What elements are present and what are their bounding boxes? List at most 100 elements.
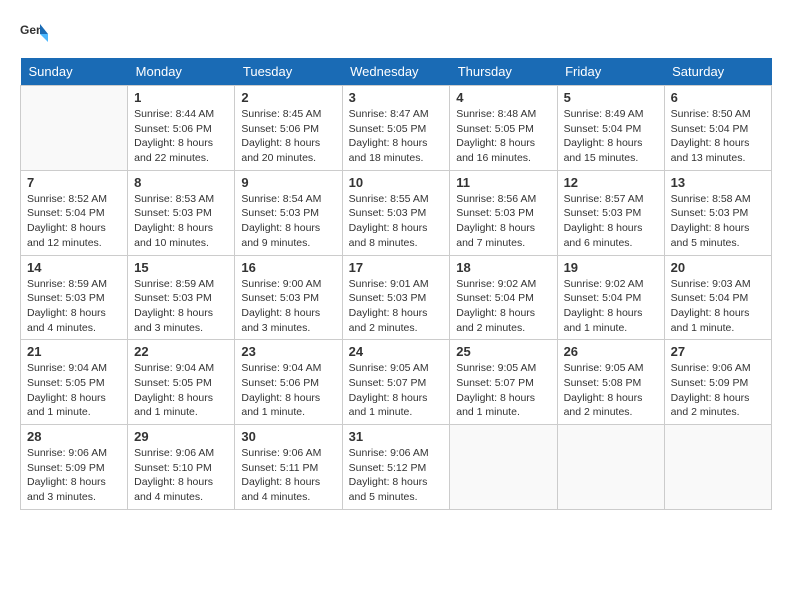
day-number: 23 [241, 344, 335, 359]
calendar-cell: 24 Sunrise: 9:05 AM Sunset: 5:07 PM Dayli… [342, 340, 450, 425]
day-number: 4 [456, 90, 550, 105]
day-header-thursday: Thursday [450, 58, 557, 86]
day-info: Sunrise: 8:44 AM Sunset: 5:06 PM Dayligh… [134, 107, 228, 166]
calendar-cell: 29 Sunrise: 9:06 AM Sunset: 5:10 PM Dayli… [128, 425, 235, 510]
day-number: 12 [564, 175, 658, 190]
day-number: 5 [564, 90, 658, 105]
calendar-cell: 23 Sunrise: 9:04 AM Sunset: 5:06 PM Dayli… [235, 340, 342, 425]
calendar-cell [450, 425, 557, 510]
calendar-cell [557, 425, 664, 510]
day-number: 14 [27, 260, 121, 275]
day-number: 29 [134, 429, 228, 444]
day-number: 22 [134, 344, 228, 359]
calendar-cell: 19Sunrise: 9:02 AM Sunset: 5:04 PM Dayli… [557, 255, 664, 340]
day-info: Sunrise: 8:48 AM Sunset: 5:05 PM Dayligh… [456, 107, 550, 166]
day-number: 18 [456, 260, 550, 275]
day-number: 9 [241, 175, 335, 190]
logo-icon: Gen [20, 20, 48, 48]
calendar-cell: 11 Sunrise: 8:56 AM Sunset: 5:03 PM Dayli… [450, 170, 557, 255]
day-number: 8 [134, 175, 228, 190]
calendar-cell: 20 Sunrise: 9:03 AM Sunset: 5:04 PM Dayli… [664, 255, 771, 340]
day-info: Sunrise: 8:59 AM Sunset: 5:03 PM Dayligh… [27, 277, 121, 336]
day-number: 16 [241, 260, 335, 275]
day-info: Sunrise: 9:03 AM Sunset: 5:04 PM Dayligh… [671, 277, 765, 336]
day-info: Sunrise: 9:05 AM Sunset: 5:07 PM Dayligh… [349, 361, 444, 420]
calendar-header-row: SundayMondayTuesdayWednesdayThursdayFrid… [21, 58, 772, 86]
calendar-cell [21, 86, 128, 171]
calendar-cell: 7Sunrise: 8:52 AM Sunset: 5:04 PM Daylig… [21, 170, 128, 255]
calendar-cell: 8 Sunrise: 8:53 AM Sunset: 5:03 PM Daylig… [128, 170, 235, 255]
day-number: 15 [134, 260, 228, 275]
calendar-cell: 2Sunrise: 8:45 AM Sunset: 5:06 PM Daylig… [235, 86, 342, 171]
calendar-cell: 30 Sunrise: 9:06 AM Sunset: 5:11 PM Dayli… [235, 425, 342, 510]
calendar-cell: 13Sunrise: 8:58 AM Sunset: 5:03 PM Dayli… [664, 170, 771, 255]
day-number: 27 [671, 344, 765, 359]
day-number: 30 [241, 429, 335, 444]
calendar-cell: 1Sunrise: 8:44 AM Sunset: 5:06 PM Daylig… [128, 86, 235, 171]
day-info: Sunrise: 9:02 AM Sunset: 5:04 PM Dayligh… [456, 277, 550, 336]
calendar-cell [664, 425, 771, 510]
day-info: Sunrise: 9:06 AM Sunset: 5:10 PM Dayligh… [134, 446, 228, 505]
day-number: 25 [456, 344, 550, 359]
calendar-week-5: 28 Sunrise: 9:06 AM Sunset: 5:09 PM Dayli… [21, 425, 772, 510]
day-number: 6 [671, 90, 765, 105]
calendar-cell: 27 Sunrise: 9:06 AM Sunset: 5:09 PM Dayli… [664, 340, 771, 425]
calendar-cell: 25 Sunrise: 9:05 AM Sunset: 5:07 PM Dayli… [450, 340, 557, 425]
day-info: Sunrise: 8:59 AM Sunset: 5:03 PM Dayligh… [134, 277, 228, 336]
calendar-cell: 9 Sunrise: 8:54 AM Sunset: 5:03 PM Daylig… [235, 170, 342, 255]
day-info: Sunrise: 8:53 AM Sunset: 5:03 PM Dayligh… [134, 192, 228, 251]
day-number: 21 [27, 344, 121, 359]
calendar-cell: 28 Sunrise: 9:06 AM Sunset: 5:09 PM Dayli… [21, 425, 128, 510]
page-header: Gen [20, 20, 772, 48]
day-number: 11 [456, 175, 550, 190]
calendar-cell: 15 Sunrise: 8:59 AM Sunset: 5:03 PM Dayli… [128, 255, 235, 340]
day-info: Sunrise: 9:06 AM Sunset: 5:09 PM Dayligh… [671, 361, 765, 420]
logo: Gen [20, 20, 52, 48]
day-header-wednesday: Wednesday [342, 58, 450, 86]
calendar-week-1: 1Sunrise: 8:44 AM Sunset: 5:06 PM Daylig… [21, 86, 772, 171]
day-info: Sunrise: 9:05 AM Sunset: 5:07 PM Dayligh… [456, 361, 550, 420]
day-header-sunday: Sunday [21, 58, 128, 86]
day-info: Sunrise: 8:45 AM Sunset: 5:06 PM Dayligh… [241, 107, 335, 166]
calendar-week-2: 7Sunrise: 8:52 AM Sunset: 5:04 PM Daylig… [21, 170, 772, 255]
calendar-cell: 5 Sunrise: 8:49 AM Sunset: 5:04 PM Daylig… [557, 86, 664, 171]
day-info: Sunrise: 8:56 AM Sunset: 5:03 PM Dayligh… [456, 192, 550, 251]
day-number: 20 [671, 260, 765, 275]
day-header-saturday: Saturday [664, 58, 771, 86]
day-info: Sunrise: 9:04 AM Sunset: 5:05 PM Dayligh… [27, 361, 121, 420]
calendar-cell: 26Sunrise: 9:05 AM Sunset: 5:08 PM Dayli… [557, 340, 664, 425]
day-number: 10 [349, 175, 444, 190]
day-info: Sunrise: 8:47 AM Sunset: 5:05 PM Dayligh… [349, 107, 444, 166]
day-info: Sunrise: 9:02 AM Sunset: 5:04 PM Dayligh… [564, 277, 658, 336]
calendar-cell: 12 Sunrise: 8:57 AM Sunset: 5:03 PM Dayli… [557, 170, 664, 255]
day-info: Sunrise: 9:01 AM Sunset: 5:03 PM Dayligh… [349, 277, 444, 336]
day-info: Sunrise: 9:06 AM Sunset: 5:09 PM Dayligh… [27, 446, 121, 505]
calendar-cell: 6Sunrise: 8:50 AM Sunset: 5:04 PM Daylig… [664, 86, 771, 171]
day-info: Sunrise: 9:04 AM Sunset: 5:06 PM Dayligh… [241, 361, 335, 420]
day-number: 7 [27, 175, 121, 190]
day-number: 24 [349, 344, 444, 359]
calendar-cell: 16 Sunrise: 9:00 AM Sunset: 5:03 PM Dayli… [235, 255, 342, 340]
day-header-tuesday: Tuesday [235, 58, 342, 86]
calendar-cell: 14 Sunrise: 8:59 AM Sunset: 5:03 PM Dayli… [21, 255, 128, 340]
svg-text:Gen: Gen [20, 23, 43, 37]
day-header-friday: Friday [557, 58, 664, 86]
day-info: Sunrise: 8:49 AM Sunset: 5:04 PM Dayligh… [564, 107, 658, 166]
calendar-cell: 18 Sunrise: 9:02 AM Sunset: 5:04 PM Dayli… [450, 255, 557, 340]
day-number: 3 [349, 90, 444, 105]
day-info: Sunrise: 8:57 AM Sunset: 5:03 PM Dayligh… [564, 192, 658, 251]
day-info: Sunrise: 9:06 AM Sunset: 5:11 PM Dayligh… [241, 446, 335, 505]
calendar-week-3: 14 Sunrise: 8:59 AM Sunset: 5:03 PM Dayli… [21, 255, 772, 340]
calendar-cell: 17 Sunrise: 9:01 AM Sunset: 5:03 PM Dayli… [342, 255, 450, 340]
calendar-cell: 31Sunrise: 9:06 AM Sunset: 5:12 PM Dayli… [342, 425, 450, 510]
day-number: 28 [27, 429, 121, 444]
calendar-week-4: 21 Sunrise: 9:04 AM Sunset: 5:05 PM Dayli… [21, 340, 772, 425]
day-number: 26 [564, 344, 658, 359]
calendar-cell: 3 Sunrise: 8:47 AM Sunset: 5:05 PM Daylig… [342, 86, 450, 171]
day-info: Sunrise: 8:58 AM Sunset: 5:03 PM Dayligh… [671, 192, 765, 251]
day-number: 17 [349, 260, 444, 275]
day-info: Sunrise: 9:00 AM Sunset: 5:03 PM Dayligh… [241, 277, 335, 336]
calendar-table: SundayMondayTuesdayWednesdayThursdayFrid… [20, 58, 772, 510]
calendar-cell: 4 Sunrise: 8:48 AM Sunset: 5:05 PM Daylig… [450, 86, 557, 171]
day-info: Sunrise: 8:54 AM Sunset: 5:03 PM Dayligh… [241, 192, 335, 251]
